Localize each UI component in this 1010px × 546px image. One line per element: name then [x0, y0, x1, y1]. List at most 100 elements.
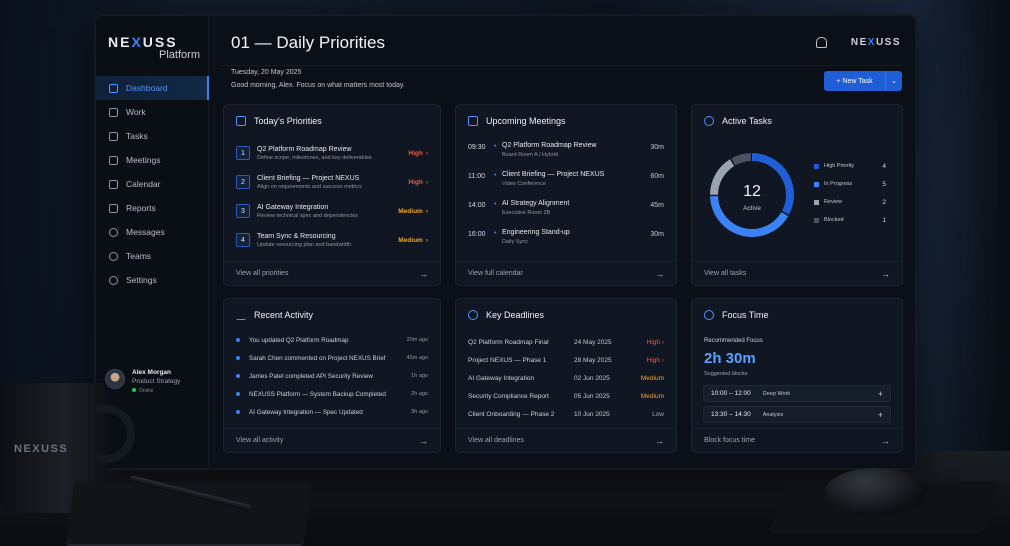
- sidebar-item-label: Meetings: [126, 155, 161, 165]
- meeting-item[interactable]: 11:00 • Client Briefing — Project NEXUS Vid…: [468, 171, 664, 198]
- legend-label: Review: [824, 199, 843, 205]
- legend-swatch: [814, 217, 819, 223]
- deadline-name: Q2 Platform Roadmap Final: [468, 338, 549, 346]
- plus-icon[interactable]: +: [878, 410, 883, 420]
- card-title: Today's Priorities: [254, 116, 322, 126]
- deadline-row[interactable]: Q2 Platform Roadmap Final 24 May 2025 High…: [468, 333, 664, 351]
- footer-label: View all deadlines: [468, 437, 524, 444]
- legend-swatch: [814, 181, 819, 187]
- sidebar-item-messages[interactable]: Messages: [96, 220, 209, 244]
- deadline-row[interactable]: Security Compliance Report 05 Jun 2025 Med…: [468, 387, 664, 405]
- mug-logo: NEXUSS: [14, 443, 69, 455]
- legend-value: 4: [882, 162, 886, 170]
- sidebar-nav: Dashboard Work Tasks Meetings Calendar R…: [96, 76, 209, 292]
- priority-label: High: [646, 338, 661, 346]
- card-footer-link[interactable]: Block focus time →: [692, 428, 902, 452]
- sidebar-item-settings[interactable]: Settings: [96, 268, 209, 292]
- card-footer-link[interactable]: View full calendar →: [456, 261, 676, 285]
- legend-value: 2: [882, 198, 886, 206]
- card-footer-link[interactable]: View all activity →: [224, 428, 440, 452]
- card-footer-link[interactable]: View all priorities →: [224, 261, 440, 285]
- legend-label: In Progress: [824, 181, 853, 187]
- legend-swatch: [814, 199, 819, 205]
- card-title: Active Tasks: [722, 116, 772, 126]
- arrow-right-icon: →: [881, 435, 890, 446]
- priority-item[interactable]: 4 Team Sync & Resourcing Update resourcing…: [236, 228, 428, 252]
- sidebar-item-meetings[interactable]: Meetings: [96, 148, 209, 172]
- arrow-right-icon: →: [655, 268, 664, 279]
- arrow-right-icon: →: [655, 435, 664, 446]
- deadline-priority: Medium: [640, 392, 664, 400]
- header-logo: NEXUSS: [851, 37, 901, 48]
- meeting-time: 16:00: [468, 231, 486, 238]
- donut-chart: 12 Active: [710, 153, 794, 237]
- priority-item[interactable]: 1 Q2 Platform Roadmap Review Define scope,…: [236, 141, 428, 165]
- people-icon: [109, 155, 118, 165]
- focus-block[interactable]: 10:00 – 12:00 Deep Work +: [703, 385, 891, 402]
- focus-block[interactable]: 13:30 – 14:30 Analysis +: [703, 406, 891, 423]
- deadlines-card: Key Deadlines Q2 Platform Roadmap Final 2…: [455, 298, 677, 453]
- card-footer-link[interactable]: View all tasks →: [692, 261, 902, 285]
- priority-tag: Medium: [398, 207, 423, 215]
- meeting-location: Daily Sync: [502, 239, 528, 245]
- meeting-item[interactable]: 14:00 • AI Strategy Alignment Executive Roo…: [468, 200, 664, 227]
- user-profile[interactable]: Alex Morgan Product Strategy Online: [105, 369, 180, 394]
- activity-item[interactable]: You updated Q2 Platform Roadmap 20m ago: [236, 331, 428, 349]
- sidebar-item-calendar[interactable]: Calendar: [96, 172, 209, 196]
- arrow-right-icon: →: [419, 268, 428, 279]
- bullet-icon: [236, 356, 240, 360]
- meeting-item[interactable]: 16:00 • Engineering Stand-up Daily Sync 30m: [468, 229, 664, 256]
- brand-x: X: [131, 34, 143, 50]
- deadline-row[interactable]: Client Onboarding — Phase 2 10 Jun 2025 Lo…: [468, 405, 664, 423]
- activity-item[interactable]: Sarah Chen commented on Project NEXUS Br…: [236, 349, 428, 367]
- active-tasks-card: Active Tasks 12 Active High Priority 4 In …: [691, 104, 903, 286]
- clock-icon: [468, 310, 478, 320]
- activity-item[interactable]: NEXUSS Platform — System Backup Complete…: [236, 385, 428, 403]
- chevron-down-icon[interactable]: ⌄: [885, 71, 902, 91]
- bullet-icon: [236, 392, 240, 396]
- activity-text: Sarah Chen commented on Project NEXUS Br…: [249, 354, 386, 362]
- activity-item[interactable]: James Patel completed API Security Revie…: [236, 367, 428, 385]
- chart-icon: [109, 203, 118, 213]
- priority-title: Client Briefing — Project NEXUS: [257, 174, 360, 182]
- deadline-name: Security Compliance Report: [468, 392, 549, 400]
- meeting-duration: 60m: [650, 173, 664, 180]
- priority-desc: Review technical spec and dependencies: [257, 212, 358, 219]
- focus-recommended-label: Recommended Focus: [704, 338, 763, 344]
- block-label: Deep Work: [762, 390, 791, 397]
- sidebar-item-label: Tasks: [126, 131, 148, 141]
- priority-number: 1: [236, 146, 250, 160]
- header-brand-post: USS: [875, 37, 901, 48]
- legend-item: Review 2: [814, 193, 886, 211]
- deadline-row[interactable]: AI Gateway Integration 02 Jun 2025 Medium: [468, 369, 664, 387]
- chat-icon: [109, 227, 118, 237]
- meeting-item[interactable]: 09:30 • Q2 Platform Roadmap Review Board Ro…: [468, 142, 664, 169]
- priority-item[interactable]: 2 Client Briefing — Project NEXUS Align on…: [236, 170, 428, 194]
- sidebar-item-teams[interactable]: Teams: [96, 244, 209, 268]
- card-title: Recent Activity: [254, 310, 314, 320]
- sidebar-item-tasks[interactable]: Tasks: [96, 124, 209, 148]
- meeting-title: Engineering Stand-up: [502, 229, 570, 236]
- plus-icon[interactable]: +: [878, 389, 883, 399]
- footer-label: View all tasks: [704, 270, 747, 277]
- priority-title: AI Gateway Integration: [257, 203, 329, 211]
- monitor-screen: NEXUSS Platform Dashboard Work Tasks Mee…: [96, 16, 915, 468]
- meeting-duration: 30m: [650, 144, 664, 151]
- card-footer-link[interactable]: View all deadlines →: [456, 428, 676, 452]
- sidebar-item-label: Dashboard: [126, 83, 168, 93]
- meeting-duration: 30m: [650, 231, 664, 238]
- legend-value: 5: [882, 180, 886, 188]
- new-task-button[interactable]: + New Task ⌄: [824, 71, 902, 91]
- sidebar-item-reports[interactable]: Reports: [96, 196, 209, 220]
- sidebar-item-dashboard[interactable]: Dashboard: [96, 76, 209, 100]
- deadline-date: 05 Jun 2025: [574, 392, 610, 400]
- priority-item[interactable]: 3 AI Gateway Integration Review technical …: [236, 199, 428, 223]
- current-date: Tuesday, 20 May 2025: [231, 69, 302, 76]
- user-status: Online: [132, 388, 180, 394]
- sidebar-item-label: Teams: [126, 251, 152, 261]
- sidebar-item-work[interactable]: Work: [96, 100, 209, 124]
- deadline-row[interactable]: Project NEXUS — Phase 1 28 May 2025 High ›: [468, 351, 664, 369]
- pulse-icon: [236, 310, 246, 320]
- activity-item[interactable]: AI Gateway Integration — Spec Updated 3h …: [236, 403, 428, 421]
- bell-icon[interactable]: [816, 37, 827, 48]
